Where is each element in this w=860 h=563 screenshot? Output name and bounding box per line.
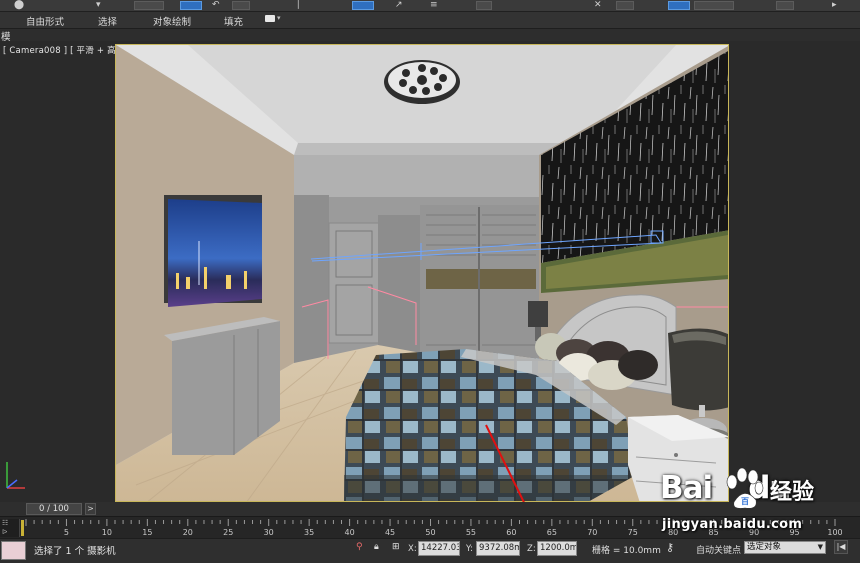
viewport[interactable]: [ Camera008 ] [ 平滑 + 高光 ] [0, 41, 860, 502]
track-tick-label: 25 [223, 528, 234, 537]
y-label: Y: [466, 544, 473, 554]
track-tick-label: 65 [546, 528, 557, 537]
tool-icon[interactable]: ✕ [594, 1, 602, 10]
tab-object-paint[interactable]: 对象绘制 [153, 14, 191, 28]
time-slider[interactable]: 0 / 100 [26, 503, 82, 515]
camera-viewport-render[interactable] [115, 44, 729, 502]
z-coordinate-field[interactable]: 1200.0mm [537, 541, 577, 556]
selection-set-value: 选定对象 [747, 542, 782, 552]
track-tick-label: 10 [101, 528, 112, 537]
track-tick-label: 55 [465, 528, 477, 537]
tab-populate[interactable]: 填充 [224, 14, 243, 28]
pin-icon[interactable]: ⚲ [356, 542, 363, 552]
undo-icon[interactable]: ↶ [212, 1, 220, 10]
track-tick-label: 5 [63, 528, 69, 537]
auto-key-button[interactable]: 自动关键点 [696, 543, 741, 556]
viewport-label[interactable]: [ Camera008 ] [ 平滑 + 高光 ] [3, 44, 131, 56]
track-tick-label: 80 [668, 528, 679, 537]
status-message: 选择了 1 个 摄影机 [34, 546, 116, 557]
time-next-button[interactable]: > [85, 503, 96, 515]
track-ruler[interactable]: 5 10 15 20 25 30 35 40 45 50 55 60 65 70 75 80 85 90 95 100 [24, 517, 843, 539]
main-toolbar: ⬤ ▾ ↶ ∣ ↗ ≡ ✕ ▸ [0, 0, 860, 12]
grid-size: 栅格 = 10.0mm [592, 546, 661, 556]
ribbon-tabs: 自由形式 选择 对象绘制 填充 ▾ [0, 12, 860, 29]
track-tick-label: 15 [142, 528, 153, 537]
track-tick-label: 50 [425, 528, 436, 537]
tool-button[interactable] [668, 1, 690, 10]
chevron-down-icon[interactable]: ▾ [277, 14, 281, 22]
status-thumbnail[interactable] [1, 541, 26, 560]
track-tick-label: 30 [263, 528, 274, 537]
chevron-down-icon: ▼ [817, 543, 823, 551]
tool-button[interactable] [476, 1, 492, 10]
status-bar: 选择了 1 个 摄影机 ⚲ 🔒︎ ⊞ X: 14227.036 Y: 9372.… [0, 538, 860, 563]
selection-icon[interactable]: ⊞ [392, 542, 400, 552]
select-tool-button[interactable] [180, 1, 202, 10]
ribbon-toggle-icon[interactable] [265, 15, 275, 22]
track-tick-label: 70 [587, 528, 598, 537]
panel-header: 模 [0, 29, 860, 43]
track-tick-label: 45 [384, 528, 396, 537]
z-label: Z: [527, 544, 536, 554]
track-key-icon[interactable]: ☷ ᐅ [0, 519, 20, 537]
x-label: X: [408, 544, 417, 554]
track-tick-label: 100 [827, 528, 843, 537]
track-tick-label: 95 [789, 528, 800, 537]
track-tick-label: 40 [344, 528, 355, 537]
track-tick-label: 85 [708, 528, 719, 537]
tool-button[interactable] [776, 1, 794, 10]
track-bar[interactable]: ☷ ᐅ 5 10 15 20 25 30 35 40 45 50 55 60 65 70 75 80 85 90 95… [0, 516, 860, 538]
bedroom-scene [116, 45, 728, 501]
tool-button[interactable] [352, 1, 374, 10]
track-tick-label: 20 [182, 528, 193, 537]
axis-gizmo-icon [6, 462, 25, 489]
tool-icon[interactable]: ∣ [296, 1, 301, 10]
y-coordinate-field[interactable]: 9372.08mm [476, 541, 520, 556]
tab-selection[interactable]: 选择 [98, 14, 117, 28]
track-tick-label: 35 [304, 528, 315, 537]
track-tick-label: 90 [749, 528, 760, 537]
tool-button[interactable] [616, 1, 634, 10]
go-to-start-button[interactable]: |◀ [834, 540, 848, 554]
tool-icon[interactable]: ≡ [430, 1, 438, 10]
track-tick-label: 75 [627, 528, 638, 537]
tool-icon[interactable]: ⬤ [14, 1, 24, 10]
tool-button[interactable] [694, 1, 734, 10]
selection-set-dropdown[interactable]: 选定对象 ▼ [744, 541, 826, 554]
tool-icon[interactable]: ▾ [96, 1, 101, 10]
tab-freeform[interactable]: 自由形式 [26, 14, 64, 28]
lock-icon[interactable]: 🔒︎ [374, 542, 379, 552]
arrow-icon[interactable]: ↗ [395, 1, 403, 10]
track-tick-label: 60 [506, 528, 517, 537]
tool-icon[interactable]: ▸ [832, 1, 837, 10]
tool-button[interactable] [134, 1, 164, 10]
key-icon[interactable]: ⚷ [666, 541, 674, 554]
tool-button[interactable] [232, 1, 250, 10]
x-coordinate-field[interactable]: 14227.036 [418, 541, 460, 556]
time-slider-row: 0 / 100 > [0, 502, 860, 516]
